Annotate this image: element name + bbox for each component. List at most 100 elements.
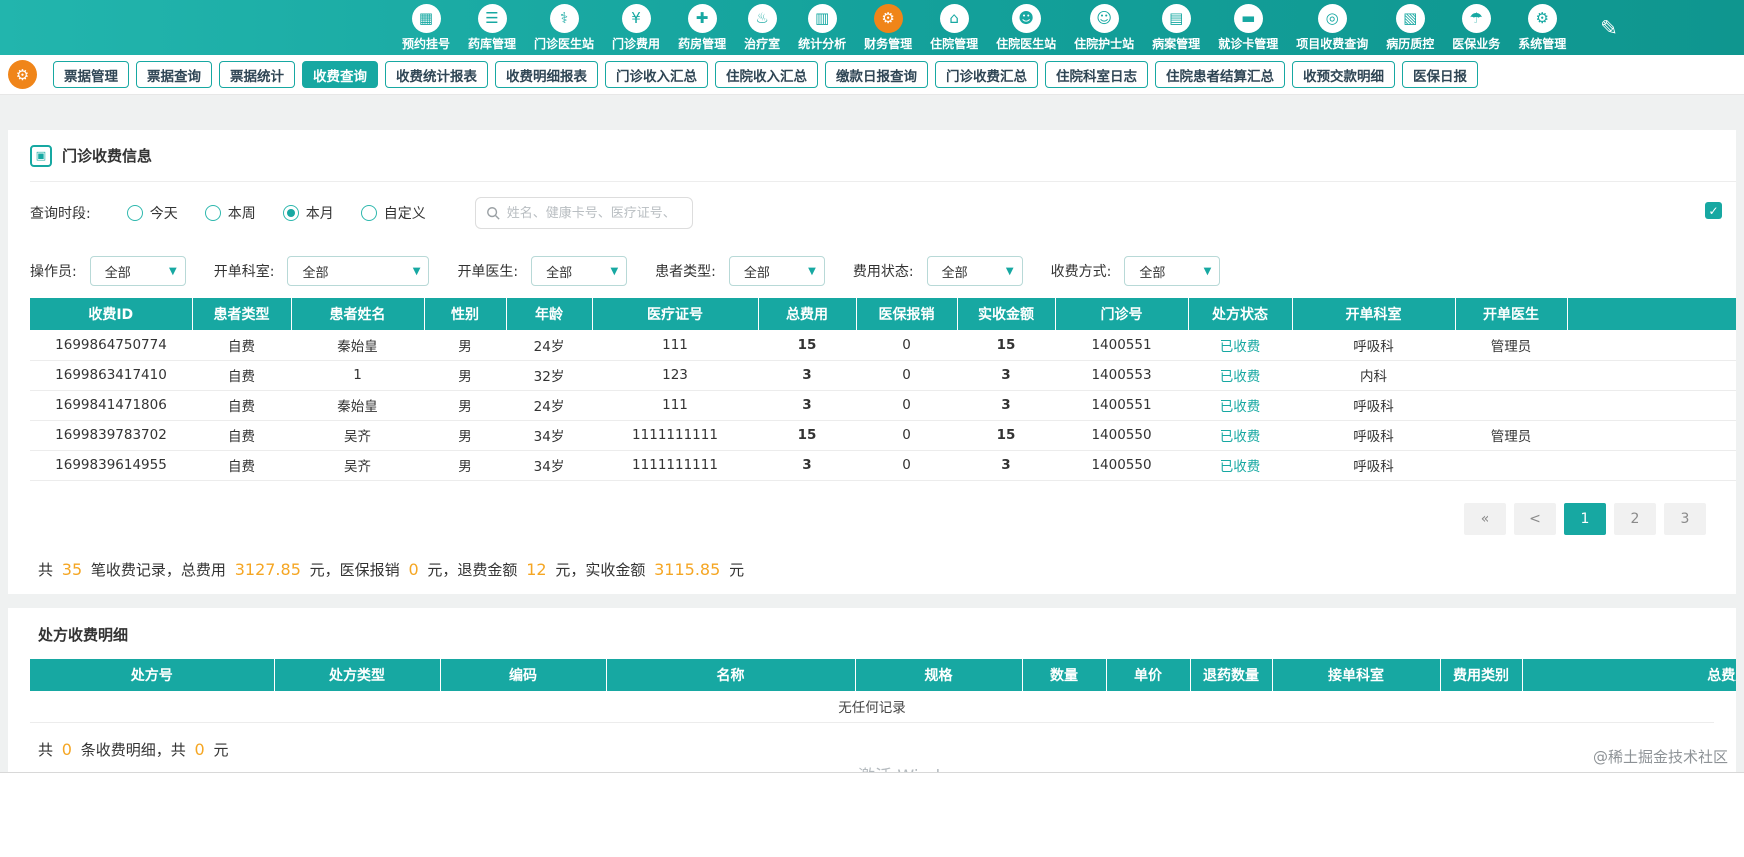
nav-icon-glyph: ▧	[1403, 8, 1418, 27]
filter-group: 收费方式: 全部 ▼	[1051, 256, 1221, 286]
filter-select-value: 全部	[302, 265, 329, 281]
summary-segment: 0	[61, 739, 72, 759]
page-button[interactable]: 1	[1564, 502, 1606, 535]
cell-cert-no: 123	[592, 360, 758, 391]
page-button[interactable]: «	[1464, 502, 1506, 535]
cell-filler	[1567, 360, 1736, 391]
cell-filler	[1567, 450, 1736, 481]
nav-item[interactable]: ☺ 住院护士站	[1074, 3, 1134, 52]
table-row[interactable]: 1699839783702 自费 吴齐 男 34岁 1111111111 15 …	[30, 420, 1736, 451]
toolbar-button[interactable]: 住院收入汇总	[715, 61, 818, 88]
charge-table-header: 年龄	[506, 298, 593, 330]
filter-select[interactable]: 全部 ▼	[287, 256, 430, 286]
toolbar-button[interactable]: 住院科室日志	[1045, 61, 1148, 88]
toolbar-button[interactable]: 票据查询	[136, 61, 212, 88]
summary-segment: 元，医保报销	[309, 560, 405, 579]
toolbar-button[interactable]: 收费查询	[302, 61, 378, 88]
filter-select[interactable]: 全部 ▼	[89, 256, 186, 286]
toolbar-button[interactable]: 收费明细报表	[495, 61, 598, 88]
nav-icon-glyph: ▥	[815, 8, 830, 27]
nav-module-icon: ⚕	[549, 3, 579, 33]
toolbar-button[interactable]: 票据统计	[219, 61, 295, 88]
summary-segment: 3127.85	[234, 559, 301, 579]
detail-table-header: 单价	[1106, 658, 1191, 691]
nav-item[interactable]: ▤ 病案管理	[1152, 3, 1200, 52]
detail-table-header: 处方类型	[274, 658, 441, 691]
filter-group: 患者类型: 全部 ▼	[655, 256, 825, 286]
nav-item[interactable]: ☰ 药库管理	[468, 3, 516, 52]
charge-table-header: 医保报销	[856, 298, 958, 330]
time-option-radio[interactable]: 今天	[126, 203, 178, 223]
gear-icon[interactable]: ⚙	[8, 60, 37, 89]
nav-item-label: 门诊医生站	[534, 36, 595, 51]
page-button[interactable]: 3	[1664, 502, 1706, 535]
nav-item[interactable]: ⚕ 门诊医生站	[534, 3, 595, 52]
cell-charge-id: 1699863417410	[30, 360, 192, 391]
summary-segment: 元	[213, 740, 229, 759]
nav-item[interactable]: ¥ 门诊费用	[612, 3, 660, 52]
filter-select[interactable]: 全部 ▼	[1124, 256, 1221, 286]
nav-item[interactable]: ▦ 预约挂号	[402, 3, 450, 52]
select-checkbox[interactable]: ✓	[1705, 202, 1722, 219]
filter-select-value: 全部	[104, 265, 131, 281]
summary-segment: 元	[729, 560, 745, 579]
cell-cert-no: 111	[592, 390, 758, 421]
table-row[interactable]: 1699864750774 自费 秦始皇 男 24岁 111 15 0 15 1…	[30, 330, 1736, 361]
toolbar-button[interactable]: 缴款日报查询	[825, 61, 928, 88]
charge-table-header: 性别	[424, 298, 507, 330]
nav-item[interactable]: ✚ 药房管理	[678, 3, 726, 52]
toolbar-button[interactable]: 门诊收费汇总	[935, 61, 1038, 88]
cell-patient-type: 自费	[192, 420, 291, 451]
filter-select[interactable]: 全部 ▼	[728, 256, 825, 286]
filter-select[interactable]: 全部 ▼	[531, 256, 628, 286]
chevron-down-icon: ▼	[610, 265, 619, 277]
nav-item[interactable]: ▥ 统计分析	[798, 3, 847, 52]
page-button[interactable]: <	[1514, 502, 1556, 535]
time-option-radio[interactable]: 自定义	[360, 203, 426, 223]
edit-pencil-icon[interactable]: ✎	[1600, 16, 1618, 40]
table-row[interactable]: 1699863417410 自费 1 男 32岁 123 3 0 3 14005…	[30, 360, 1736, 391]
time-option-radio[interactable]: 本月	[282, 203, 334, 223]
chevron-down-icon: ▼	[412, 265, 421, 277]
detail-table-header: 总费用	[1522, 658, 1736, 691]
cell-total-fee: 3	[758, 450, 856, 481]
nav-item[interactable]: ⌂ 住院管理	[930, 3, 978, 52]
nav-icon-glyph: ¥	[631, 8, 641, 27]
nav-item[interactable]: ◎ 项目收费查询	[1296, 3, 1368, 52]
nav-item[interactable]: ⚙ 财务管理	[864, 3, 912, 52]
filter-select[interactable]: 全部 ▼	[926, 256, 1023, 286]
nav-item-label: 统计分析	[798, 36, 847, 51]
table-row[interactable]: 1699839614955 自费 吴齐 男 34岁 1111111111 3 0…	[30, 450, 1736, 481]
charge-table-header: 开单医生	[1455, 298, 1568, 330]
nav-icon-glyph: ⚙	[881, 8, 895, 27]
nav-item[interactable]: ♨ 治疗室	[744, 3, 780, 52]
nav-items: ▦ 预约挂号 ☰ 药库管理 ⚕ 门诊医生站 ¥ 门诊费用 ✚ 药房管理 ♨ 治疗…	[402, 3, 1566, 52]
cell-cert-no: 1111111111	[592, 420, 758, 451]
nav-item[interactable]: ☂ 医保业务	[1452, 3, 1500, 52]
toolbar-button[interactable]: 收预交款明细	[1292, 61, 1395, 88]
nav-item[interactable]: ▧ 病历质控	[1386, 3, 1434, 52]
cell-patient-name: 吴齐	[291, 450, 424, 481]
cell-status-badge: 已收费	[1188, 420, 1292, 451]
charge-table-header: 医疗证号	[592, 298, 759, 330]
toolbar-button[interactable]: 票据管理	[53, 61, 129, 88]
toolbar-button[interactable]: 住院患者结算汇总	[1155, 61, 1285, 88]
cell-sex: 男	[424, 360, 506, 391]
toolbar-button[interactable]: 门诊收入汇总	[605, 61, 708, 88]
cell-filler	[1567, 420, 1736, 451]
toolbar-button[interactable]: 医保日报	[1402, 61, 1478, 88]
search-input[interactable]	[506, 205, 682, 221]
cell-dept: 内科	[1292, 360, 1455, 391]
toolbar-button[interactable]: 收费统计报表	[385, 61, 488, 88]
table-row[interactable]: 1699841471806 自费 秦始皇 男 24岁 111 3 0 3 140…	[30, 390, 1736, 421]
nav-item[interactable]: ⚙ 系统管理	[1518, 3, 1566, 52]
filter-label: 费用状态:	[852, 264, 914, 280]
page-button[interactable]: 2	[1614, 502, 1656, 535]
detail-table-wrap: 处方号 处方类型 编码 名称 规格 数量 单价 退药数量 接单科室 费用类别 总…	[30, 658, 1736, 691]
cell-sex: 男	[424, 420, 506, 451]
nav-item[interactable]: ☻ 住院医生站	[996, 3, 1056, 52]
nav-module-icon: ▬	[1233, 3, 1263, 33]
radio-circle-icon	[126, 205, 143, 221]
nav-item[interactable]: ▬ 就诊卡管理	[1218, 3, 1278, 52]
time-option-radio[interactable]: 本周	[204, 203, 256, 223]
